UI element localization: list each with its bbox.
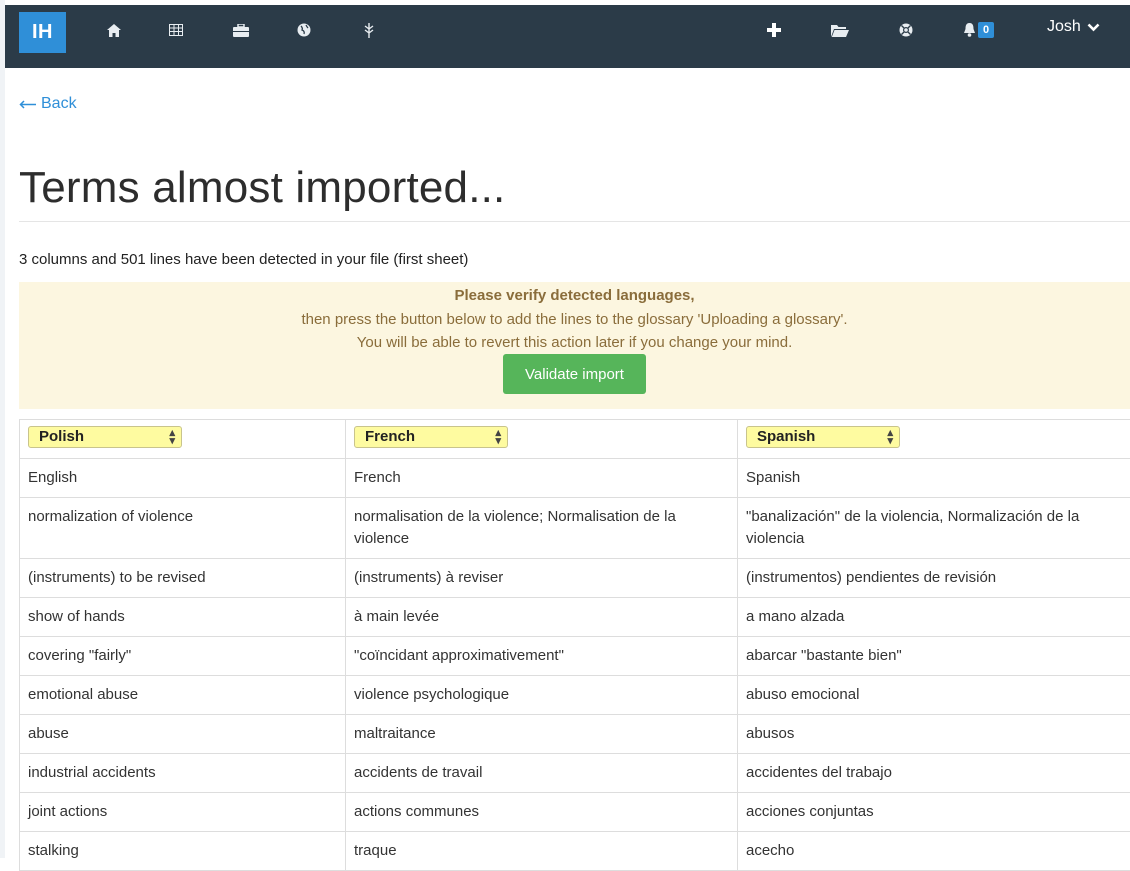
- table-cell: à main levée: [346, 598, 738, 637]
- table-cell: abuso emocional: [738, 676, 1130, 715]
- table-cell: show of hands: [20, 598, 346, 637]
- table-icon[interactable]: [169, 19, 183, 41]
- verification-alert: Please verify detected languages, then p…: [19, 282, 1130, 409]
- table-cell: "coïncidant approximativement": [346, 637, 738, 676]
- language-select-column-1[interactable]: Polish ▴▾: [28, 426, 182, 448]
- table-cell: "banalización" de la violencia, Normaliz…: [738, 498, 1130, 559]
- table-row: stalkingtraqueacecho: [20, 832, 1130, 871]
- table-row: abusemaltraitanceabusos: [20, 715, 1130, 754]
- title-divider: [19, 221, 1130, 222]
- table-header-cell: French ▴▾: [346, 420, 738, 459]
- page-title: Terms almost imported...: [19, 163, 505, 213]
- bell-icon: [963, 23, 976, 37]
- arrow-left-icon: [19, 100, 37, 109]
- globe-icon[interactable]: [297, 19, 311, 41]
- plus-icon[interactable]: [767, 19, 781, 41]
- table-cell: joint actions: [20, 793, 346, 832]
- table-cell: violence psychologique: [346, 676, 738, 715]
- table-cell: accidents de travail: [346, 754, 738, 793]
- validate-import-button[interactable]: Validate import: [503, 354, 646, 394]
- back-label: Back: [41, 95, 77, 113]
- language-select-column-3[interactable]: Spanish ▴▾: [746, 426, 900, 448]
- user-name: Josh: [1047, 18, 1081, 36]
- table-cell: actions communes: [346, 793, 738, 832]
- table-header-cell: Polish ▴▾: [20, 420, 346, 459]
- leaf-icon[interactable]: [363, 19, 375, 41]
- table-cell: stalking: [20, 832, 346, 871]
- table-cell: traque: [346, 832, 738, 871]
- table-cell: abarcar "bastante bien": [738, 637, 1130, 676]
- table-row: industrial accidentsaccidents de travail…: [20, 754, 1130, 793]
- table-row: covering "fairly""coïncidant approximati…: [20, 637, 1130, 676]
- chevron-down-icon: [1087, 23, 1100, 32]
- table-cell: (instruments) to be revised: [20, 559, 346, 598]
- user-menu[interactable]: Josh: [1047, 18, 1100, 36]
- table-cell: industrial accidents: [20, 754, 346, 793]
- table-cell: covering "fairly": [20, 637, 346, 676]
- table-row: show of handsà main levéea mano alzada: [20, 598, 1130, 637]
- language-select-column-2[interactable]: French ▴▾: [354, 426, 508, 448]
- notifications[interactable]: 0: [963, 19, 994, 41]
- table-row: joint actionsactions communesacciones co…: [20, 793, 1130, 832]
- table-cell: maltraitance: [346, 715, 738, 754]
- table-cell: Spanish: [738, 459, 1130, 498]
- table-cell: a mano alzada: [738, 598, 1130, 637]
- select-arrows-icon: ▴▾: [169, 429, 175, 445]
- table-cell: English: [20, 459, 346, 498]
- top-navbar: IH 0 Josh: [5, 5, 1130, 68]
- table-cell: abuse: [20, 715, 346, 754]
- back-link[interactable]: Back: [19, 95, 77, 113]
- table-cell: normalisation de la violence; Normalisat…: [346, 498, 738, 559]
- terms-preview-table: Polish ▴▾ French ▴▾ Spanish ▴▾ EnglishFr…: [19, 419, 1130, 871]
- notification-badge: 0: [978, 22, 994, 38]
- alert-revert-note: You will be able to revert this action l…: [19, 334, 1130, 351]
- home-icon[interactable]: [107, 19, 121, 41]
- detection-summary: 3 columns and 501 lines have been detect…: [19, 251, 468, 268]
- language-select-row: Polish ▴▾ French ▴▾ Spanish ▴▾: [20, 420, 1130, 459]
- table-row: (instruments) to be revised(instruments)…: [20, 559, 1130, 598]
- select-arrows-icon: ▴▾: [887, 429, 893, 445]
- table-cell: French: [346, 459, 738, 498]
- table-cell: acecho: [738, 832, 1130, 871]
- language-select-value: Spanish: [757, 426, 815, 448]
- language-select-value: Polish: [39, 426, 84, 448]
- table-cell: abusos: [738, 715, 1130, 754]
- table-cell: emotional abuse: [20, 676, 346, 715]
- table-row: normalization of violencenormalisation d…: [20, 498, 1130, 559]
- table-cell: (instrumentos) pendientes de revisión: [738, 559, 1130, 598]
- table-row: emotional abuseviolence psychologiqueabu…: [20, 676, 1130, 715]
- table-cell: acciones conjuntas: [738, 793, 1130, 832]
- table-cell: (instruments) à reviser: [346, 559, 738, 598]
- folder-open-icon[interactable]: [831, 19, 849, 41]
- language-select-value: French: [365, 426, 415, 448]
- brand-logo[interactable]: IH: [19, 12, 66, 53]
- briefcase-icon[interactable]: [233, 19, 249, 41]
- table-header-cell: Spanish ▴▾: [738, 420, 1130, 459]
- lifebuoy-icon[interactable]: [899, 19, 913, 41]
- table-cell: accidentes del trabajo: [738, 754, 1130, 793]
- table-cell: normalization of violence: [20, 498, 346, 559]
- table-row: EnglishFrenchSpanish: [20, 459, 1130, 498]
- alert-instructions: then press the button below to add the l…: [19, 311, 1130, 328]
- page-left-edge: [0, 0, 5, 858]
- alert-heading: Please verify detected languages,: [19, 287, 1130, 304]
- select-arrows-icon: ▴▾: [495, 429, 501, 445]
